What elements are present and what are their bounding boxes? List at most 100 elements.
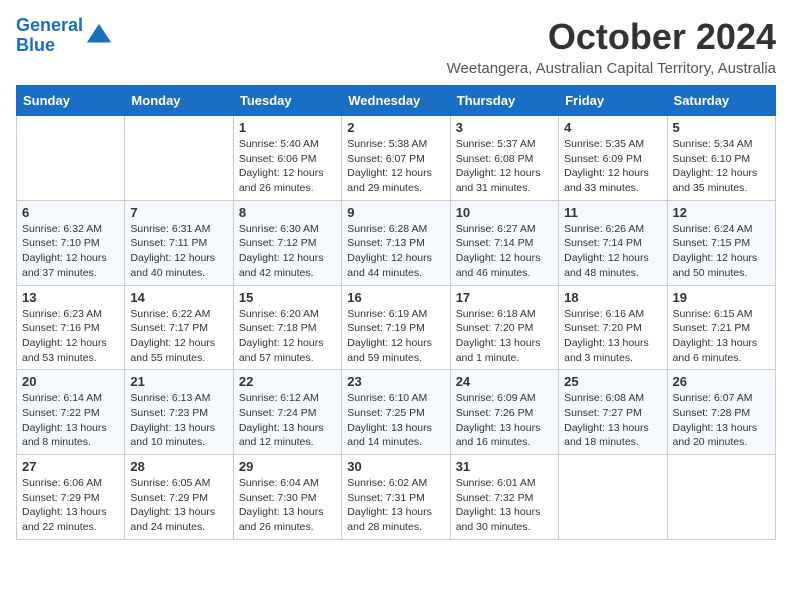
calendar-week-row: 20Sunrise: 6:14 AM Sunset: 7:22 PM Dayli… xyxy=(17,370,776,455)
calendar-cell xyxy=(667,455,775,540)
day-info: Sunrise: 5:34 AM Sunset: 6:10 PM Dayligh… xyxy=(673,137,770,196)
day-number: 8 xyxy=(239,205,336,220)
calendar-cell: 24 Sunrise: 6:09 AM Sunset: 7:26 PM Dayli… xyxy=(450,370,558,455)
day-number: 14 xyxy=(130,290,227,305)
calendar-cell xyxy=(17,116,125,201)
calendar-week-row: 6Sunrise: 6:32 AM Sunset: 7:10 PM Daylig… xyxy=(17,200,776,285)
calendar-cell: 27 Sunrise: 6:06 AM Sunset: 7:29 PM Dayli… xyxy=(17,455,125,540)
day-number: 21 xyxy=(130,374,227,389)
day-number: 16 xyxy=(347,290,444,305)
day-number: 29 xyxy=(239,459,336,474)
day-info: Sunrise: 6:15 AM Sunset: 7:21 PM Dayligh… xyxy=(673,307,770,366)
logo-text: GeneralBlue xyxy=(16,16,83,56)
subtitle: Weetangera, Australian Capital Territory… xyxy=(447,60,776,77)
day-of-week-header: Saturday xyxy=(667,86,775,116)
calendar-cell: 21 Sunrise: 6:13 AM Sunset: 7:23 PM Dayli… xyxy=(125,370,233,455)
page-header: GeneralBlue October 2024 Weetangera, Aus… xyxy=(16,16,776,77)
day-info: Sunrise: 6:12 AM Sunset: 7:24 PM Dayligh… xyxy=(239,391,336,450)
day-of-week-header: Thursday xyxy=(450,86,558,116)
calendar-cell: 14 Sunrise: 6:22 AM Sunset: 7:17 PM Dayli… xyxy=(125,285,233,370)
day-info: Sunrise: 6:26 AM Sunset: 7:14 PM Dayligh… xyxy=(564,222,661,281)
day-info: Sunrise: 6:14 AM Sunset: 7:22 PM Dayligh… xyxy=(22,391,119,450)
logo-icon xyxy=(85,22,113,50)
title-block: October 2024 Weetangera, Australian Capi… xyxy=(447,16,776,77)
day-number: 2 xyxy=(347,120,444,135)
day-number: 19 xyxy=(673,290,770,305)
calendar-cell: 4 Sunrise: 5:35 AM Sunset: 6:09 PM Daylig… xyxy=(559,116,667,201)
day-info: Sunrise: 6:09 AM Sunset: 7:26 PM Dayligh… xyxy=(456,391,553,450)
day-info: Sunrise: 6:28 AM Sunset: 7:13 PM Dayligh… xyxy=(347,222,444,281)
day-info: Sunrise: 5:37 AM Sunset: 6:08 PM Dayligh… xyxy=(456,137,553,196)
day-info: Sunrise: 6:06 AM Sunset: 7:29 PM Dayligh… xyxy=(22,476,119,535)
calendar-cell: 23 Sunrise: 6:10 AM Sunset: 7:25 PM Dayli… xyxy=(342,370,450,455)
day-number: 31 xyxy=(456,459,553,474)
calendar-cell: 26 Sunrise: 6:07 AM Sunset: 7:28 PM Dayli… xyxy=(667,370,775,455)
calendar-cell: 28 Sunrise: 6:05 AM Sunset: 7:29 PM Dayli… xyxy=(125,455,233,540)
calendar-cell: 7Sunrise: 6:31 AM Sunset: 7:11 PM Daylig… xyxy=(125,200,233,285)
calendar-cell: 3 Sunrise: 5:37 AM Sunset: 6:08 PM Daylig… xyxy=(450,116,558,201)
calendar-week-row: 27 Sunrise: 6:06 AM Sunset: 7:29 PM Dayli… xyxy=(17,455,776,540)
day-info: Sunrise: 6:30 AM Sunset: 7:12 PM Dayligh… xyxy=(239,222,336,281)
day-number: 27 xyxy=(22,459,119,474)
calendar-cell: 19 Sunrise: 6:15 AM Sunset: 7:21 PM Dayli… xyxy=(667,285,775,370)
calendar-cell: 25 Sunrise: 6:08 AM Sunset: 7:27 PM Dayli… xyxy=(559,370,667,455)
calendar-week-row: 13Sunrise: 6:23 AM Sunset: 7:16 PM Dayli… xyxy=(17,285,776,370)
day-of-week-header: Monday xyxy=(125,86,233,116)
day-of-week-header: Sunday xyxy=(17,86,125,116)
day-info: Sunrise: 6:20 AM Sunset: 7:18 PM Dayligh… xyxy=(239,307,336,366)
day-info: Sunrise: 6:24 AM Sunset: 7:15 PM Dayligh… xyxy=(673,222,770,281)
day-info: Sunrise: 6:13 AM Sunset: 7:23 PM Dayligh… xyxy=(130,391,227,450)
day-info: Sunrise: 6:07 AM Sunset: 7:28 PM Dayligh… xyxy=(673,391,770,450)
calendar-cell: 31 Sunrise: 6:01 AM Sunset: 7:32 PM Dayli… xyxy=(450,455,558,540)
day-number: 9 xyxy=(347,205,444,220)
calendar-cell: 5 Sunrise: 5:34 AM Sunset: 6:10 PM Daylig… xyxy=(667,116,775,201)
day-info: Sunrise: 6:32 AM Sunset: 7:10 PM Dayligh… xyxy=(22,222,119,281)
day-number: 15 xyxy=(239,290,336,305)
calendar-cell: 2Sunrise: 5:38 AM Sunset: 6:07 PM Daylig… xyxy=(342,116,450,201)
day-info: Sunrise: 6:05 AM Sunset: 7:29 PM Dayligh… xyxy=(130,476,227,535)
day-number: 7 xyxy=(130,205,227,220)
day-number: 23 xyxy=(347,374,444,389)
day-of-week-header: Friday xyxy=(559,86,667,116)
day-info: Sunrise: 6:22 AM Sunset: 7:17 PM Dayligh… xyxy=(130,307,227,366)
day-number: 17 xyxy=(456,290,553,305)
calendar-cell: 1 Sunrise: 5:40 AM Sunset: 6:06 PM Daylig… xyxy=(233,116,341,201)
day-number: 12 xyxy=(673,205,770,220)
day-of-week-header: Wednesday xyxy=(342,86,450,116)
day-info: Sunrise: 6:18 AM Sunset: 7:20 PM Dayligh… xyxy=(456,307,553,366)
day-info: Sunrise: 6:01 AM Sunset: 7:32 PM Dayligh… xyxy=(456,476,553,535)
day-of-week-header: Tuesday xyxy=(233,86,341,116)
day-info: Sunrise: 5:35 AM Sunset: 6:09 PM Dayligh… xyxy=(564,137,661,196)
calendar-cell xyxy=(125,116,233,201)
calendar-cell: 29 Sunrise: 6:04 AM Sunset: 7:30 PM Dayli… xyxy=(233,455,341,540)
day-number: 22 xyxy=(239,374,336,389)
day-number: 4 xyxy=(564,120,661,135)
calendar-cell: 8 Sunrise: 6:30 AM Sunset: 7:12 PM Daylig… xyxy=(233,200,341,285)
day-number: 3 xyxy=(456,120,553,135)
day-number: 10 xyxy=(456,205,553,220)
calendar-body: 1 Sunrise: 5:40 AM Sunset: 6:06 PM Daylig… xyxy=(17,116,776,540)
calendar-cell: 22 Sunrise: 6:12 AM Sunset: 7:24 PM Dayli… xyxy=(233,370,341,455)
day-number: 26 xyxy=(673,374,770,389)
day-number: 1 xyxy=(239,120,336,135)
day-info: Sunrise: 6:23 AM Sunset: 7:16 PM Dayligh… xyxy=(22,307,119,366)
day-info: Sunrise: 6:08 AM Sunset: 7:27 PM Dayligh… xyxy=(564,391,661,450)
calendar-header-row: SundayMondayTuesdayWednesdayThursdayFrid… xyxy=(17,86,776,116)
day-number: 28 xyxy=(130,459,227,474)
calendar-cell xyxy=(559,455,667,540)
calendar-cell: 17 Sunrise: 6:18 AM Sunset: 7:20 PM Dayli… xyxy=(450,285,558,370)
day-info: Sunrise: 6:04 AM Sunset: 7:30 PM Dayligh… xyxy=(239,476,336,535)
day-number: 5 xyxy=(673,120,770,135)
day-number: 25 xyxy=(564,374,661,389)
calendar-cell: 12 Sunrise: 6:24 AM Sunset: 7:15 PM Dayli… xyxy=(667,200,775,285)
day-info: Sunrise: 6:27 AM Sunset: 7:14 PM Dayligh… xyxy=(456,222,553,281)
calendar-cell: 9 Sunrise: 6:28 AM Sunset: 7:13 PM Daylig… xyxy=(342,200,450,285)
calendar-week-row: 1 Sunrise: 5:40 AM Sunset: 6:06 PM Daylig… xyxy=(17,116,776,201)
day-number: 30 xyxy=(347,459,444,474)
day-number: 24 xyxy=(456,374,553,389)
day-info: Sunrise: 6:10 AM Sunset: 7:25 PM Dayligh… xyxy=(347,391,444,450)
calendar-cell: 11Sunrise: 6:26 AM Sunset: 7:14 PM Dayli… xyxy=(559,200,667,285)
day-info: Sunrise: 5:40 AM Sunset: 6:06 PM Dayligh… xyxy=(239,137,336,196)
calendar-cell: 10 Sunrise: 6:27 AM Sunset: 7:14 PM Dayli… xyxy=(450,200,558,285)
day-info: Sunrise: 6:02 AM Sunset: 7:31 PM Dayligh… xyxy=(347,476,444,535)
